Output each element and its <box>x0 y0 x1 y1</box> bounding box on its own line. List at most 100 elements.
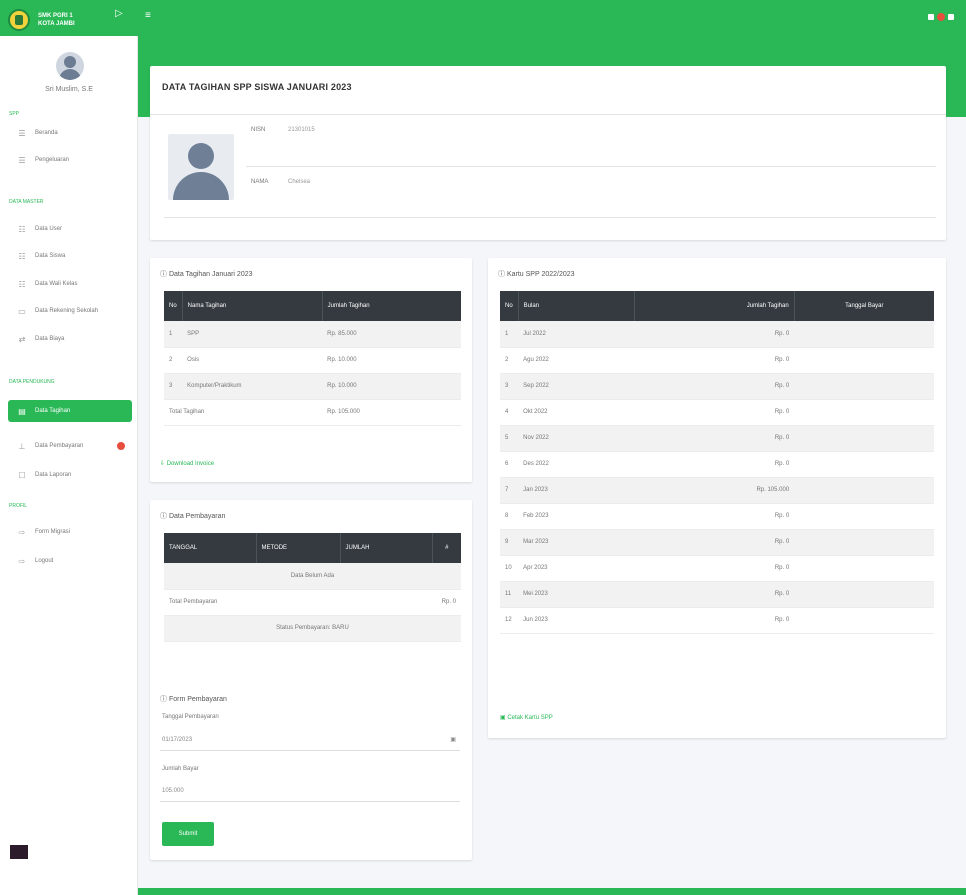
payment-date-input[interactable]: 01/17/2023 ▣ <box>160 729 460 751</box>
cell: SPP <box>182 321 323 348</box>
payment-status: Status Pembayaran: BARU <box>164 615 461 642</box>
section-data-master: DATA MASTER <box>9 199 44 205</box>
list-icon: ☰ <box>18 155 26 165</box>
top-right-controls <box>928 11 960 23</box>
total-label: Total Tagihan <box>164 399 323 426</box>
cell: Rp. 0 <box>634 399 795 426</box>
sidebar-item-data-tagihan[interactable]: ▤ Data Tagihan <box>8 400 132 422</box>
form-title-text: Form Pembayaran <box>168 696 227 703</box>
language-flag-icon[interactable] <box>928 14 934 20</box>
submit-button[interactable]: Submit <box>162 822 214 846</box>
pembayaran-table: TANGGAL METODE JUMLAH # Data Belum Ada T… <box>164 533 461 642</box>
kartu-table: No Bulan Jumlah Tagihan Tanggal Bayar 1J… <box>500 291 934 634</box>
cell: Feb 2023 <box>518 503 635 530</box>
footer-bar <box>138 888 966 895</box>
sidebar-item-pengeluaran[interactable]: ☰ Pengeluaran <box>8 149 132 171</box>
pembayaran-title-text: Data Pembayaran <box>168 513 226 520</box>
download-invoice-link[interactable]: ⇩ Download Invoice <box>160 460 214 467</box>
sidebar-item-label: Pengeluaran <box>35 157 70 163</box>
sign-in-icon: ⇨ <box>18 527 26 537</box>
kartu-card-title: ⓘ Kartu SPP 2022/2023 <box>498 271 575 278</box>
table-row: 11 Mei 2023 Rp. 0 <box>500 581 934 608</box>
payment-amount-input[interactable]: 105.000 <box>160 780 460 802</box>
cell: Rp. 0 <box>634 347 795 374</box>
cell <box>794 581 934 608</box>
th-bulan: Bulan <box>518 291 635 321</box>
cell <box>794 555 934 582</box>
cell: 2 <box>164 347 183 374</box>
payment-date-value: 01/17/2023 <box>162 736 193 743</box>
table-row: 7 Jan 2023 Rp. 105.000 <box>500 477 934 504</box>
cell <box>794 321 934 348</box>
cell: Rp. 0 <box>634 555 795 582</box>
notification-icon[interactable] <box>937 13 945 21</box>
cell: Rp. 105.000 <box>634 477 795 504</box>
section-spp: SPP <box>9 111 20 117</box>
exchange-icon: ⇄ <box>18 334 26 344</box>
sidebar-item-label: Data Pembayaran <box>35 443 84 449</box>
cell: Mar 2023 <box>518 529 635 556</box>
cetak-kartu-link[interactable]: ▣ Cetak Kartu SPP <box>500 714 553 721</box>
cell: 9 <box>500 529 519 556</box>
sidebar-item-data-wali-kelas[interactable]: ☷ Data Wali Kelas <box>8 273 132 295</box>
sidebar-item-data-siswa[interactable]: ☷ Data Siswa <box>8 245 132 267</box>
table-row: 2 Osis Rp. 10.000 <box>164 347 461 374</box>
users-icon: ☷ <box>18 251 26 261</box>
th-jumlah: JUMLAH <box>340 533 433 563</box>
sidebar-item-data-user[interactable]: ☷ Data User <box>8 218 132 240</box>
cell: 2 <box>500 347 519 374</box>
footer-logo-icon <box>10 845 28 859</box>
pembayaran-card-title: ⓘ Data Pembayaran <box>160 513 226 520</box>
cell: 6 <box>500 451 519 478</box>
sidebar-item-data-rekening[interactable]: ▭ Data Rekening Sekolah <box>8 300 132 322</box>
total-row: Total Tagihan Rp. 105.000 <box>164 399 461 426</box>
cell <box>794 425 934 452</box>
sidebar-item-beranda[interactable]: ☰ Beranda <box>8 122 132 144</box>
sidebar-item-label: Data User <box>35 226 63 232</box>
cell <box>794 399 934 426</box>
cell: Rp. 85.000 <box>322 321 461 348</box>
total-row: Total Pembayaran Rp. 0 <box>164 589 461 616</box>
cell: Rp. 0 <box>634 607 795 634</box>
cell: 12 <box>500 607 519 634</box>
calendar-icon[interactable]: ▣ <box>450 736 456 743</box>
brand-arrow-icon[interactable]: ▷ <box>115 8 123 19</box>
cell: Okt 2022 <box>518 399 635 426</box>
table-row: 4 Okt 2022 Rp. 0 <box>500 399 934 426</box>
cell: Jan 2023 <box>518 477 635 504</box>
sidebar: Sri Muslim, S.E SPP ☰ Beranda ☰ Pengeluara… <box>0 36 138 895</box>
th-tanggal-bayar: Tanggal Bayar <box>794 291 934 321</box>
sidebar-item-label: Logout <box>35 558 54 564</box>
nisn-label: NISN <box>251 127 266 133</box>
page-title: DATA TAGIHAN SPP SISWA JANUARI 2023 <box>162 82 352 92</box>
table-icon: ▤ <box>18 406 26 416</box>
tagihan-table: No Nama Tagihan Jumlah Tagihan 1 SPP Rp. 8… <box>164 291 461 426</box>
sign-out-icon: ⇨ <box>18 556 26 566</box>
brand-line-1: SMK PGRI 1 <box>38 13 73 19</box>
table-row: 10 Apr 2023 Rp. 0 <box>500 555 934 582</box>
sidebar-item-label: Data Rekening Sekolah <box>35 308 99 314</box>
cell: Rp. 10.000 <box>322 347 461 374</box>
menu-toggle-icon[interactable]: ≡ <box>145 10 151 21</box>
th-tanggal: TANGGAL <box>164 533 257 563</box>
cell: Nov 2022 <box>518 425 635 452</box>
cell <box>794 503 934 530</box>
th-metode: METODE <box>256 533 341 563</box>
empty-message: Data Belum Ada <box>164 563 461 590</box>
table-row: 3 Komputer/Praktikum Rp. 10.000 <box>164 373 461 400</box>
sidebar-item-data-laporan[interactable]: ☐ Data Laporan <box>8 464 132 486</box>
users-icon: ☷ <box>18 279 26 289</box>
sidebar-item-logout[interactable]: ⇨ Logout <box>8 550 132 572</box>
cell: 3 <box>164 373 183 400</box>
sidebar-item-data-biaya[interactable]: ⇄ Data Biaya <box>8 328 132 350</box>
section-data-pendukung: DATA PENDUKUNG <box>9 379 55 385</box>
sidebar-item-form-migrasi[interactable]: ⇨ Form Migrasi <box>8 521 132 543</box>
tagihan-card-title: ⓘ Data Tagihan Januari 2023 <box>160 271 253 278</box>
users-icon: ☷ <box>18 224 26 234</box>
th-nama-tagihan: Nama Tagihan <box>182 291 323 321</box>
cell: Rp. 0 <box>634 321 795 348</box>
download-invoice-text: Download Invoice <box>166 461 215 467</box>
user-avatar <box>56 52 84 80</box>
sidebar-item-data-pembayaran[interactable]: ⊥ Data Pembayaran <box>8 435 132 457</box>
user-menu-icon[interactable] <box>948 14 954 20</box>
